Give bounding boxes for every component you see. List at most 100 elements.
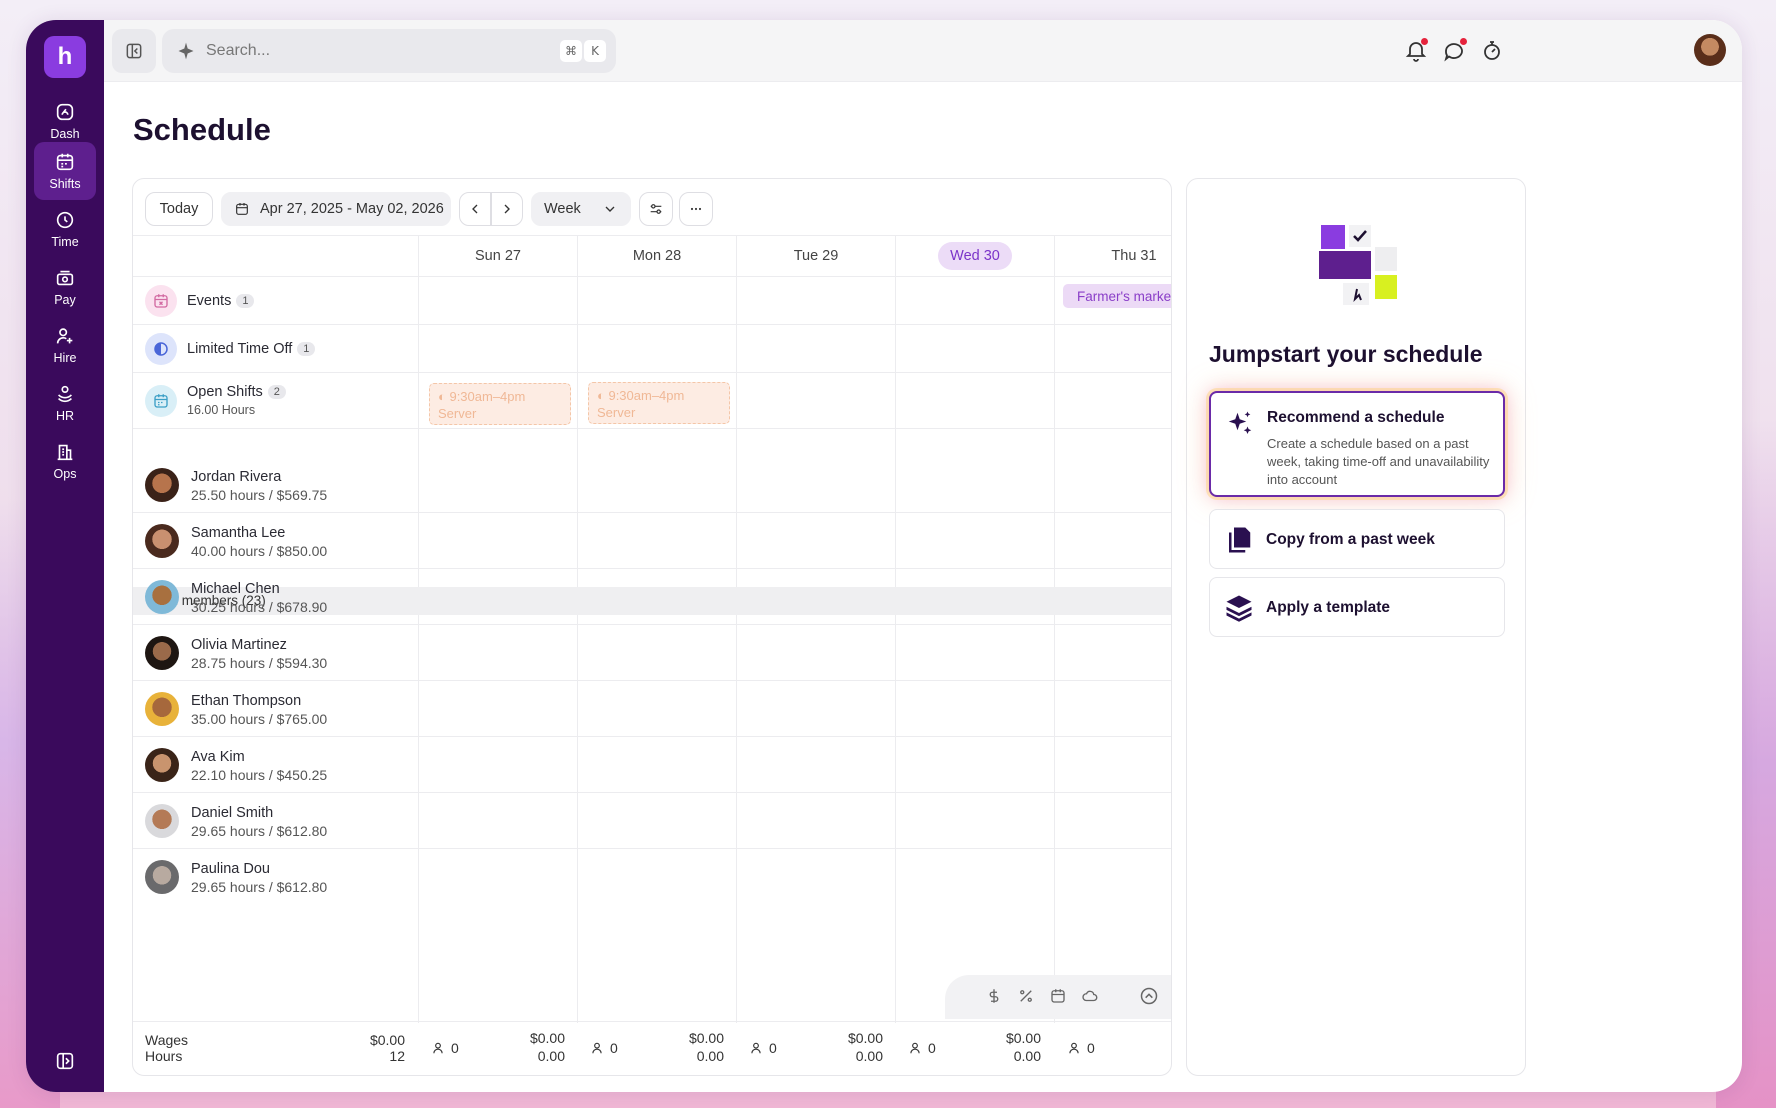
schedule-illustration-icon — [1319, 225, 1397, 305]
layers-icon — [1226, 595, 1252, 622]
member-hours: 29.65 hours / $612.80 — [191, 823, 328, 839]
sidebar-item-ops[interactable]: Ops — [34, 432, 96, 490]
member-name: Jordan Rivera — [191, 469, 282, 485]
day-wages: $0.00 — [847, 1030, 883, 1046]
dollar-icon[interactable] — [985, 987, 1003, 1005]
next-week-button[interactable] — [491, 192, 523, 226]
day-header[interactable]: Sun 27 — [419, 248, 577, 264]
today-label: Today — [159, 201, 199, 217]
view-select-label: Week — [544, 201, 581, 217]
avatar — [145, 748, 179, 782]
app-logo[interactable]: h — [44, 36, 86, 78]
notification-dot — [1460, 38, 1467, 45]
search-bar[interactable]: ⌘ K — [162, 29, 616, 73]
team-member-row[interactable]: Ava Kim 22.10 hours / $450.25 — [133, 737, 1171, 793]
prev-week-button[interactable] — [459, 192, 491, 226]
avatar — [145, 524, 179, 558]
copy-icon — [1229, 527, 1251, 553]
member-hours: 29.65 hours / $612.80 — [191, 879, 328, 895]
events-row: Events 1 — [133, 277, 1171, 325]
sidebar-item-label: Dash — [50, 127, 80, 141]
half-moon-icon — [145, 333, 177, 365]
day-hours: 0.00 — [696, 1048, 724, 1064]
kbd-cmd: ⌘ — [560, 40, 582, 62]
member-hours: 30.25 hours / $678.90 — [191, 599, 328, 615]
time-off-label[interactable]: Limited Time Off 1 — [145, 333, 316, 365]
collapse-sidebar-button[interactable] — [112, 29, 156, 73]
percent-icon[interactable] — [1017, 987, 1035, 1005]
hours-label: Hours — [145, 1048, 183, 1064]
recommend-schedule-option[interactable]: Recommend a schedule Create a schedule b… — [1209, 391, 1505, 497]
sidebar-item-label: Pay — [54, 293, 76, 307]
money-icon — [56, 270, 74, 286]
sidebar-toggle-icon — [126, 43, 142, 59]
copy-past-week-option[interactable]: Copy from a past week — [1209, 509, 1505, 569]
open-shift-calendar-icon — [145, 384, 177, 417]
member-hours: 25.50 hours / $569.75 — [191, 487, 328, 503]
sidebar-item-time[interactable]: Time — [34, 200, 96, 258]
date-range-picker[interactable]: Apr 27, 2025 - May 02, 2026 — [221, 192, 451, 226]
person-icon — [1069, 1042, 1079, 1054]
day-header[interactable]: Mon 28 — [578, 248, 736, 264]
day-header[interactable]: Thu 31 — [1055, 248, 1171, 264]
search-input[interactable] — [206, 42, 546, 60]
open-shifts-count-badge: 2 — [267, 385, 286, 400]
event-chip[interactable]: Farmer's market — [1063, 284, 1172, 308]
team-member-row[interactable]: Daniel Smith 29.65 hours / $612.80 — [133, 793, 1171, 849]
open-shift-card[interactable]: ◐ 9:30am–4pm Server — [429, 383, 571, 425]
person-icon — [433, 1042, 443, 1054]
collapse-up-icon[interactable] — [1139, 986, 1159, 1006]
day-staff-count: 0 — [1067, 1040, 1095, 1056]
avatar — [145, 468, 179, 502]
day-wages: $0.00 — [688, 1030, 724, 1046]
notification-dot — [1421, 38, 1428, 45]
jumpstart-panel: Jumpstart your schedule Recommend a sche… — [1186, 178, 1526, 1076]
sidebar-item-shifts[interactable]: Shifts — [34, 142, 96, 200]
team-member-row[interactable]: Samantha Lee 40.00 hours / $850.00 — [133, 513, 1171, 569]
weather-icon[interactable] — [1081, 987, 1099, 1005]
schedule-toolbar: Today Apr 27, 2025 - May 02, 2026 Week — [133, 179, 1171, 237]
day-header-row: Sun 27 Mon 28 Tue 29 Wed 30 Thu 31 — [133, 235, 1171, 277]
day-hours: 0.00 — [537, 1048, 565, 1064]
events-title: Events — [187, 293, 232, 309]
view-select[interactable]: Week — [531, 192, 631, 226]
team-member-row[interactable]: Olivia Martinez 28.75 hours / $594.30 — [133, 625, 1171, 681]
today-button[interactable]: Today — [145, 192, 213, 226]
open-shifts-label[interactable]: Open Shifts 2 16.00 Hours — [145, 384, 286, 417]
day-hours: 0.00 — [1013, 1048, 1041, 1064]
team-member-row[interactable]: Jordan Rivera 25.50 hours / $569.75 — [133, 457, 1171, 513]
sidebar-item-hr[interactable]: HR — [34, 374, 96, 432]
member-hours: 28.75 hours / $594.30 — [191, 655, 328, 671]
stopwatch-icon[interactable] — [1480, 39, 1504, 63]
wages-label: Wages — [145, 1032, 189, 1048]
page-title: Schedule — [133, 112, 271, 147]
events-label[interactable]: Events 1 — [145, 285, 255, 317]
member-name: Paulina Dou — [191, 861, 270, 877]
shift-time: 9:30am–4pm — [449, 389, 526, 404]
sidebar-item-pay[interactable]: Pay — [34, 258, 96, 316]
filter-button[interactable] — [639, 192, 673, 226]
open-shift-card[interactable]: ◐ 9:30am–4pm Server — [588, 382, 730, 424]
apply-template-option[interactable]: Apply a template — [1209, 577, 1505, 637]
team-member-row[interactable]: Ethan Thompson 35.00 hours / $765.00 — [133, 681, 1171, 737]
time-off-row: Limited Time Off 1 — [133, 325, 1171, 373]
user-avatar[interactable] — [1694, 34, 1726, 66]
day-header-today[interactable]: Wed 30 — [896, 242, 1054, 270]
calendar-icon[interactable] — [1049, 987, 1067, 1005]
app-window: h Dash Shifts Time Pay Hire HR Ops Searc… — [26, 20, 1742, 1092]
avatar — [145, 636, 179, 670]
avatar — [145, 804, 179, 838]
option-description: Create a schedule based on a past week, … — [1267, 436, 1490, 487]
more-options-button[interactable] — [679, 192, 713, 226]
expand-sidebar-icon[interactable] — [54, 1050, 76, 1072]
team-member-row[interactable]: Paulina Dou 29.65 hours / $612.80 — [133, 849, 1171, 905]
time-off-count-badge: 1 — [297, 342, 316, 357]
sidebar-item-hire[interactable]: Hire — [34, 316, 96, 374]
day-staff-count: 0 — [590, 1040, 618, 1056]
member-name: Ava Kim — [191, 749, 245, 765]
member-name: Daniel Smith — [191, 805, 274, 821]
day-header[interactable]: Tue 29 — [737, 248, 895, 264]
event-chip-label: Farmer's market — [1077, 288, 1172, 304]
person-icon — [751, 1042, 761, 1054]
team-member-row[interactable]: Michael Chen 30.25 hours / $678.90 — [133, 569, 1171, 625]
